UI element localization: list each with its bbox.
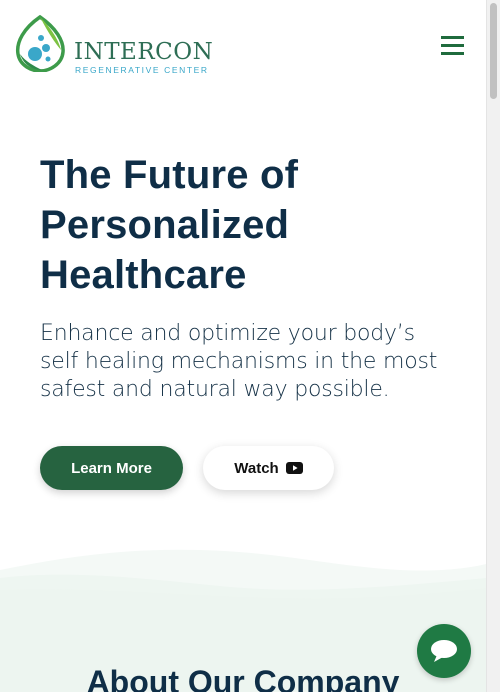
chat-bubble-icon	[431, 640, 457, 662]
page: INTERCON REGENERATIVE CENTER The Future …	[0, 0, 486, 692]
scrollbar[interactable]	[486, 0, 500, 692]
youtube-play-icon	[285, 462, 303, 474]
hero-title: The Future of Personalized Healthcare	[40, 153, 299, 297]
hero-subtitle: Enhance and optimize your body’s self he…	[40, 321, 438, 402]
learn-more-label: Learn More	[71, 459, 152, 477]
about-section-title: About Our Company	[86, 664, 400, 692]
watch-button[interactable]: Watch	[203, 446, 334, 490]
site-header: INTERCON REGENERATIVE CENTER	[0, 0, 486, 90]
leaf-drops-logo-icon	[15, 14, 65, 72]
menu-bar	[441, 36, 464, 39]
scrollbar-thumb[interactable]	[490, 3, 497, 99]
logo[interactable]: INTERCON REGENERATIVE CENTER	[14, 14, 213, 75]
menu-bar	[441, 44, 464, 47]
hamburger-menu-icon[interactable]	[440, 34, 466, 58]
menu-bar	[441, 52, 464, 55]
learn-more-button[interactable]: Learn More	[40, 446, 183, 490]
watch-label: Watch	[234, 459, 279, 477]
logo-name: INTERCON	[74, 39, 214, 65]
logo-tagline: REGENERATIVE CENTER	[75, 65, 209, 75]
chat-button[interactable]	[417, 624, 471, 678]
